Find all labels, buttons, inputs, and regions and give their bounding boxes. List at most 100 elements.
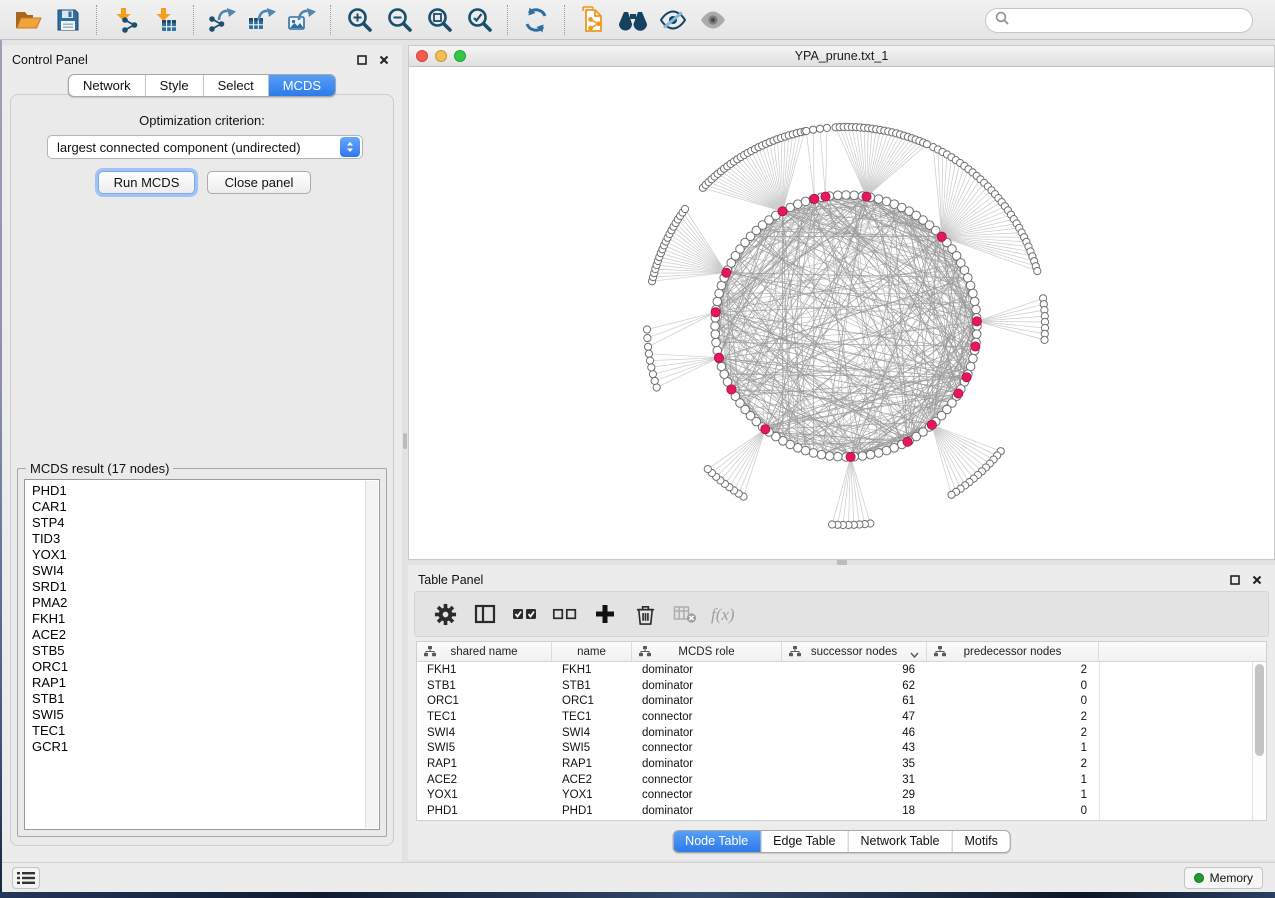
cell: 1 bbox=[927, 742, 1099, 754]
float-icon[interactable] bbox=[1227, 573, 1243, 587]
tab-network-table[interactable]: Network Table bbox=[848, 831, 952, 852]
zoom-selected-icon[interactable] bbox=[459, 3, 499, 37]
import-network-icon[interactable] bbox=[105, 3, 145, 37]
binoculars-icon[interactable] bbox=[613, 3, 653, 37]
mcds-node-item[interactable]: PMA2 bbox=[32, 595, 379, 611]
mcds-node-item[interactable]: FKH1 bbox=[32, 611, 379, 627]
cell: FKH1 bbox=[417, 664, 552, 676]
mcds-node-item[interactable]: STB5 bbox=[32, 643, 379, 659]
mcds-node-item[interactable]: STP4 bbox=[32, 515, 379, 531]
mcds-node-item[interactable]: GCR1 bbox=[32, 739, 379, 755]
zoom-fit-icon[interactable] bbox=[419, 3, 459, 37]
tab-mcds[interactable]: MCDS bbox=[268, 75, 335, 96]
network-window-titlebar[interactable]: YPA_prune.txt_1 bbox=[409, 46, 1274, 67]
zoom-in-icon[interactable] bbox=[339, 3, 379, 37]
table-row[interactable]: YOX1YOX1connector291 bbox=[417, 788, 1266, 804]
export-network-icon[interactable] bbox=[202, 3, 242, 37]
select-all-icon[interactable] bbox=[509, 598, 541, 630]
mcds-node-item[interactable]: SWI5 bbox=[32, 707, 379, 723]
table-row[interactable]: FKH1FKH1dominator962 bbox=[417, 662, 1266, 678]
search-field[interactable] bbox=[1014, 11, 1252, 31]
memory-button[interactable]: Memory bbox=[1184, 867, 1263, 889]
save-session-icon[interactable] bbox=[48, 3, 88, 37]
column-header-predecessor-nodes[interactable]: predecessor nodes bbox=[927, 642, 1099, 661]
status-bar: Memory bbox=[2, 862, 1275, 892]
mcds-node-item[interactable]: PHD1 bbox=[32, 483, 379, 499]
table-row[interactable]: PHD1PHD1dominator180 bbox=[417, 803, 1266, 819]
tab-motifs[interactable]: Motifs bbox=[951, 831, 1009, 852]
svg-text:f(x): f(x) bbox=[711, 605, 735, 624]
cell: RAP1 bbox=[552, 758, 632, 770]
cell: 2 bbox=[927, 727, 1099, 739]
table-row[interactable]: SWI5SWI5connector431 bbox=[417, 740, 1266, 756]
gear-icon[interactable] bbox=[429, 598, 461, 630]
float-icon[interactable] bbox=[354, 53, 370, 67]
add-column-icon[interactable] bbox=[589, 598, 621, 630]
tab-node-table[interactable]: Node Table bbox=[673, 831, 760, 852]
cell: 18 bbox=[782, 805, 927, 817]
tab-network[interactable]: Network bbox=[69, 75, 145, 96]
mcds-node-item[interactable]: STB1 bbox=[32, 691, 379, 707]
table-row[interactable]: SWI4SWI4dominator462 bbox=[417, 725, 1266, 741]
cell: RAP1 bbox=[417, 758, 552, 770]
delete-column-icon[interactable] bbox=[629, 598, 661, 630]
unselect-all-icon[interactable] bbox=[549, 598, 581, 630]
list-scrollbar[interactable] bbox=[365, 481, 378, 828]
mcds-node-item[interactable]: SRD1 bbox=[32, 579, 379, 595]
search-input[interactable] bbox=[985, 8, 1253, 33]
column-header-successor-nodes[interactable]: successor nodes bbox=[782, 642, 927, 661]
cell: ORC1 bbox=[417, 695, 552, 707]
table-row[interactable]: ACE2ACE2connector311 bbox=[417, 772, 1266, 788]
column-panel-icon[interactable] bbox=[469, 598, 501, 630]
cell: SWI4 bbox=[552, 727, 632, 739]
open-session-icon[interactable] bbox=[8, 3, 48, 37]
hide-eye-icon[interactable] bbox=[653, 3, 693, 37]
optimization-label: Optimization criterion: bbox=[11, 113, 393, 128]
export-image-icon[interactable] bbox=[282, 3, 322, 37]
table-scrollbar[interactable] bbox=[1252, 662, 1266, 820]
mcds-node-item[interactable]: TID3 bbox=[32, 531, 379, 547]
mcds-node-item[interactable]: RAP1 bbox=[32, 675, 379, 691]
mcds-node-item[interactable]: ACE2 bbox=[32, 627, 379, 643]
cell: 2 bbox=[927, 711, 1099, 723]
table-row[interactable]: ORC1ORC1dominator610 bbox=[417, 693, 1266, 709]
table-row[interactable]: RAP1RAP1dominator352 bbox=[417, 756, 1266, 772]
table-header-row: shared namenameMCDS rolesuccessor nodesp… bbox=[417, 642, 1266, 662]
close-icon[interactable] bbox=[376, 53, 392, 67]
cell: 0 bbox=[927, 805, 1099, 817]
cell: connector bbox=[632, 742, 782, 754]
criterion-dropdown[interactable]: largest connected component (undirected) bbox=[47, 135, 363, 159]
close-icon[interactable] bbox=[1249, 573, 1265, 587]
dropdown-stepper-icon bbox=[340, 137, 360, 157]
export-table-icon[interactable] bbox=[242, 3, 282, 37]
tab-edge-table[interactable]: Edge Table bbox=[760, 831, 847, 852]
mcds-node-item[interactable]: ORC1 bbox=[32, 659, 379, 675]
table-row[interactable]: TEC1TEC1connector472 bbox=[417, 709, 1266, 725]
run-mcds-button[interactable]: Run MCDS bbox=[98, 171, 195, 194]
cell: YOX1 bbox=[552, 789, 632, 801]
desktop-edge-bottom bbox=[0, 892, 1275, 898]
refresh-icon[interactable] bbox=[516, 3, 556, 37]
column-header-name[interactable]: name bbox=[552, 642, 632, 661]
mcds-node-item[interactable]: SWI4 bbox=[32, 563, 379, 579]
mcds-node-item[interactable]: YOX1 bbox=[32, 547, 379, 563]
tab-style[interactable]: Style bbox=[145, 75, 203, 96]
network-file-icon[interactable] bbox=[573, 3, 613, 37]
show-eye-icon[interactable] bbox=[693, 3, 733, 37]
mcds-node-item[interactable]: CAR1 bbox=[32, 499, 379, 515]
import-table-icon[interactable] bbox=[145, 3, 185, 37]
attribute-tree-icon bbox=[639, 646, 651, 660]
close-panel-button[interactable]: Close panel bbox=[207, 171, 311, 194]
table-row[interactable]: STB1STB1dominator620 bbox=[417, 678, 1266, 694]
column-header-MCDS-role[interactable]: MCDS role bbox=[632, 642, 782, 661]
mcds-node-item[interactable]: TEC1 bbox=[32, 723, 379, 739]
network-canvas[interactable] bbox=[409, 67, 1274, 559]
cell: connector bbox=[632, 774, 782, 786]
column-header-shared-name[interactable]: shared name bbox=[417, 642, 552, 661]
cell: dominator bbox=[632, 695, 782, 707]
tab-select[interactable]: Select bbox=[203, 75, 268, 96]
panel-list-button[interactable] bbox=[12, 867, 40, 889]
scrollbar-thumb[interactable] bbox=[1255, 664, 1264, 756]
zoom-out-icon[interactable] bbox=[379, 3, 419, 37]
table-tabs: Node TableEdge TableNetwork TableMotifs bbox=[672, 830, 1011, 853]
